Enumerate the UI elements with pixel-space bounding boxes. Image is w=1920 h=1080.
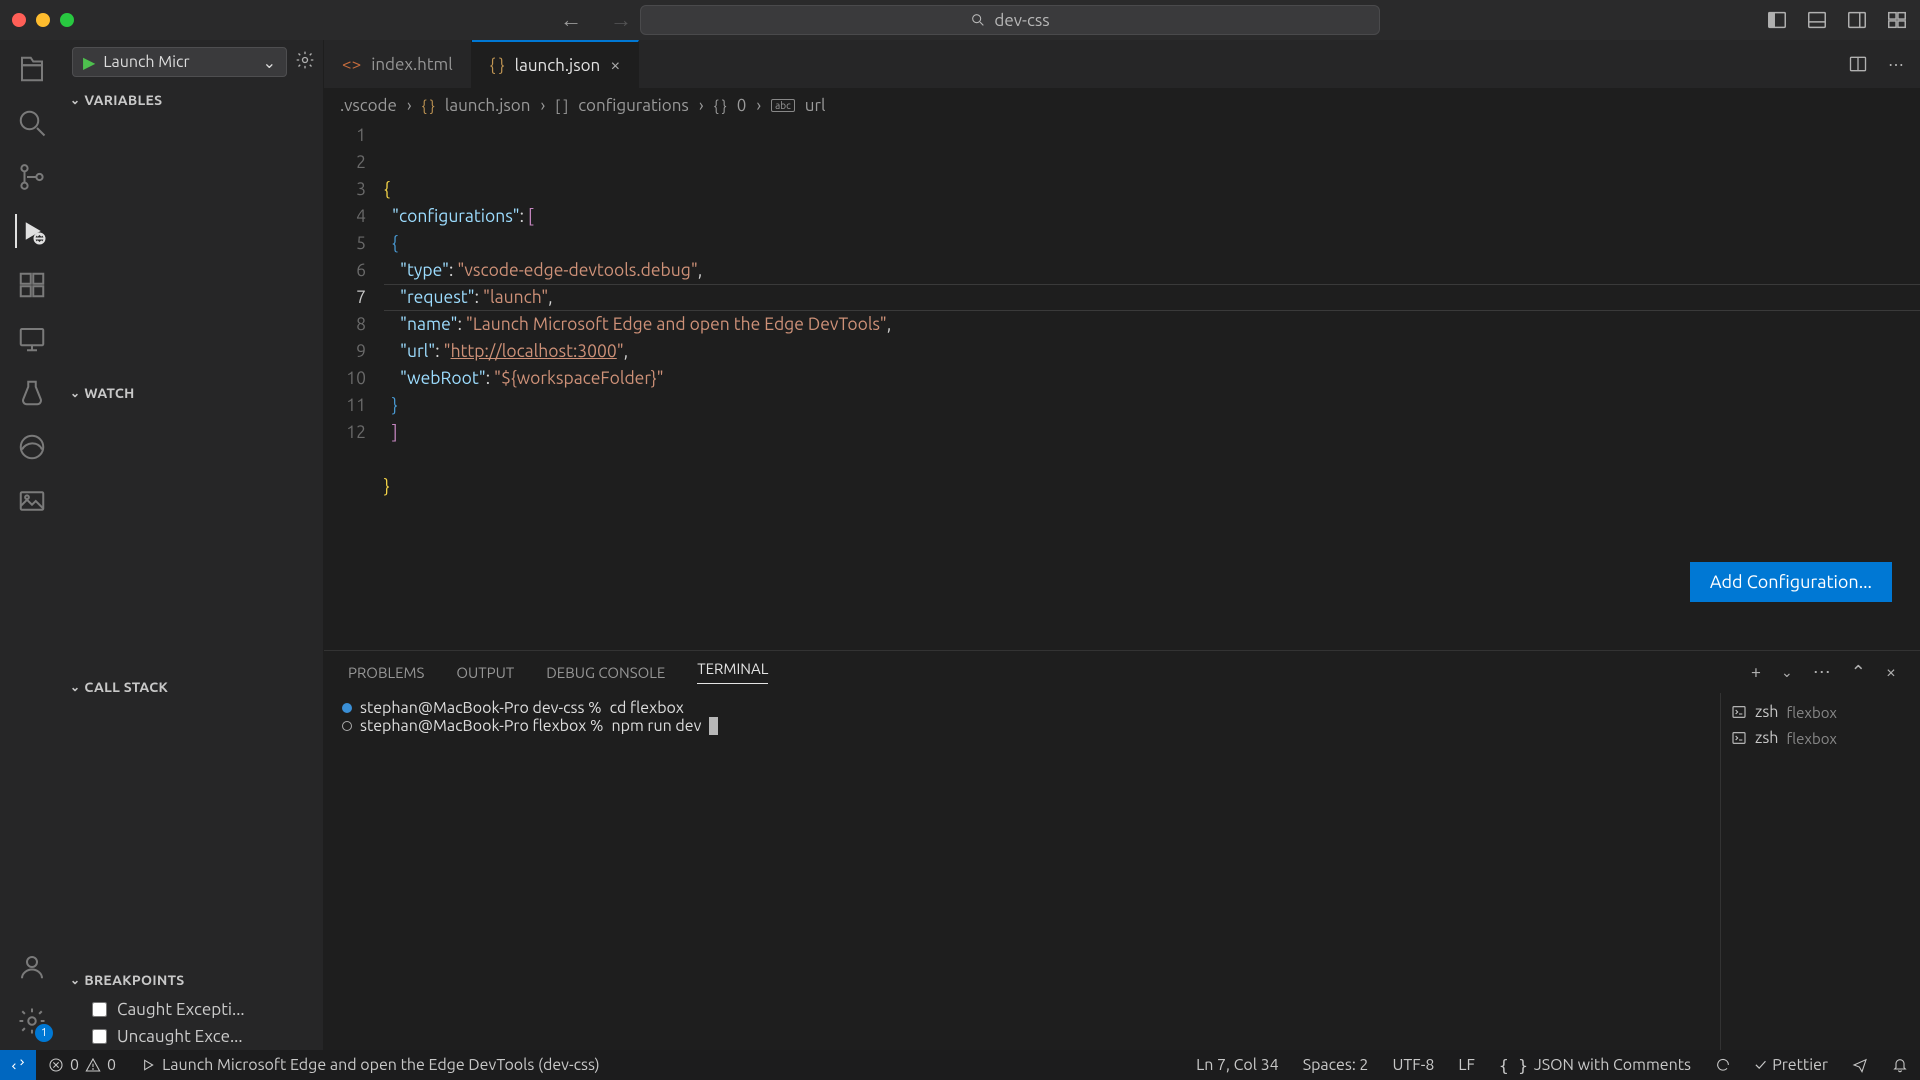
activity-bar: 1 <box>0 40 64 1050</box>
toggle-secondary-sidebar-icon[interactable] <box>1846 9 1868 31</box>
more-actions-icon[interactable]: ⋯ <box>1813 662 1831 683</box>
settings-badge: 1 <box>35 1024 53 1042</box>
close-tab-icon[interactable]: × <box>610 55 620 75</box>
titlebar-layout-icons <box>1766 9 1908 31</box>
maximize-panel-icon[interactable]: ⌃ <box>1851 662 1866 683</box>
chevron-down-icon: ⌄ <box>70 386 80 400</box>
breakpoint-uncaught[interactable]: Uncaught Exce... <box>64 1023 323 1050</box>
variables-section-header[interactable]: ⌄VARIABLES <box>64 84 323 116</box>
status-prettier[interactable]: ✓ Prettier <box>1743 1056 1840 1074</box>
nav-forward-icon: → <box>610 7 632 33</box>
chevron-down-icon: ⌄ <box>263 53 276 72</box>
extensions-icon[interactable] <box>15 268 49 302</box>
run-debug-icon[interactable] <box>15 214 49 248</box>
toggle-panel-icon[interactable] <box>1806 9 1828 31</box>
nav-arrows: ← → <box>560 7 632 33</box>
launch-config-selector[interactable]: ▶ Launch Micr ⌄ <box>72 47 287 77</box>
tab-debug-console[interactable]: DEBUG CONSOLE <box>546 664 665 681</box>
line-gutter: 123456789101112 <box>324 122 384 650</box>
status-bar: 0 0 Launch Microsoft Edge and open the E… <box>0 1050 1920 1080</box>
chevron-down-icon: ⌄ <box>70 93 80 107</box>
status-encoding[interactable]: UTF-8 <box>1380 1056 1446 1074</box>
terminal-item[interactable]: zsh flexbox <box>1731 699 1910 725</box>
chevron-down-icon: ⌄ <box>70 680 80 694</box>
toggle-primary-sidebar-icon[interactable] <box>1766 9 1788 31</box>
json-file-icon: { } <box>490 56 505 75</box>
watch-section-header[interactable]: ⌄WATCH <box>64 377 323 409</box>
tab-output[interactable]: OUTPUT <box>456 664 514 681</box>
tab-problems[interactable]: PROBLEMS <box>348 664 424 681</box>
run-debug-panel: ▶ Launch Micr ⌄ ⌄VARIABLES ⌄WATCH ⌄CALL … <box>64 40 324 1050</box>
source-control-icon[interactable] <box>15 160 49 194</box>
more-actions-icon[interactable]: ⋯ <box>1888 55 1904 74</box>
traffic-lights <box>12 13 74 27</box>
breakpoint-caught[interactable]: Caught Excepti... <box>64 996 323 1023</box>
terminal-cursor <box>709 717 718 735</box>
code-editor[interactable]: 123456789101112 { "configurations": [ { … <box>324 122 1920 650</box>
status-dot-icon <box>342 703 352 713</box>
configure-gear-icon[interactable] <box>295 50 315 74</box>
explorer-icon[interactable] <box>15 52 49 86</box>
testing-icon[interactable] <box>15 376 49 410</box>
tab-index-html[interactable]: <> index.html <box>324 40 472 88</box>
status-dot-icon <box>342 721 352 731</box>
close-panel-icon[interactable]: × <box>1886 662 1896 682</box>
status-sync-icon[interactable] <box>1703 1057 1743 1073</box>
status-launch-config[interactable]: Launch Microsoft Edge and open the Edge … <box>128 1056 612 1074</box>
html-file-icon: <> <box>342 55 361 74</box>
breadcrumb[interactable]: .vscode› { } launch.json› [ ] configurat… <box>324 88 1920 122</box>
new-terminal-icon[interactable]: + <box>1751 662 1761 682</box>
string-icon: abc <box>771 99 795 112</box>
play-icon: ▶ <box>83 53 95 72</box>
split-editor-icon[interactable] <box>1848 54 1868 74</box>
close-window-button[interactable] <box>12 13 26 27</box>
terminal-output[interactable]: stephan@MacBook-Pro dev-css % cd flexbox… <box>324 693 1720 1050</box>
status-eol[interactable]: LF <box>1446 1056 1487 1074</box>
json-file-icon: { } <box>422 97 435 114</box>
customize-layout-icon[interactable] <box>1886 9 1908 31</box>
checkbox[interactable] <box>92 1029 107 1044</box>
bottom-panel: PROBLEMS OUTPUT DEBUG CONSOLE TERMINAL +… <box>324 650 1920 1050</box>
titlebar: ← → dev-css <box>0 0 1920 40</box>
edge-tools-icon[interactable] <box>15 430 49 464</box>
terminal-dropdown-icon[interactable]: ⌄ <box>1781 664 1793 681</box>
add-configuration-button[interactable]: Add Configuration... <box>1690 562 1892 602</box>
status-cursor-pos[interactable]: Ln 7, Col 34 <box>1184 1056 1291 1074</box>
search-icon[interactable] <box>15 106 49 140</box>
remote-explorer-icon[interactable] <box>15 322 49 356</box>
search-text: dev-css <box>994 11 1049 30</box>
panel-tabs: PROBLEMS OUTPUT DEBUG CONSOLE TERMINAL +… <box>324 651 1920 693</box>
terminal-item[interactable]: zsh flexbox <box>1731 725 1910 751</box>
search-icon <box>970 12 986 28</box>
checkbox[interactable] <box>92 1002 107 1017</box>
tab-launch-json[interactable]: { } launch.json × <box>472 40 640 88</box>
object-icon: { } <box>714 97 727 114</box>
image-preview-icon[interactable] <box>15 484 49 518</box>
minimize-window-button[interactable] <box>36 13 50 27</box>
remote-indicator[interactable] <box>0 1050 36 1080</box>
launch-config-name: Launch Micr <box>103 53 254 71</box>
array-icon: [ ] <box>555 97 568 114</box>
tab-bar: <> index.html { } launch.json × ⋯ <box>324 40 1920 88</box>
tab-terminal[interactable]: TERMINAL <box>697 660 768 684</box>
chevron-down-icon: ⌄ <box>70 973 80 987</box>
status-bell-icon[interactable] <box>1880 1057 1920 1073</box>
current-line-highlight <box>384 284 1920 311</box>
terminal-list: zsh flexbox zsh flexbox <box>1720 693 1920 1050</box>
callstack-section-header[interactable]: ⌄CALL STACK <box>64 671 323 703</box>
status-indent[interactable]: Spaces: 2 <box>1291 1056 1381 1074</box>
settings-gear-icon[interactable]: 1 <box>15 1004 49 1038</box>
account-icon[interactable] <box>15 950 49 984</box>
maximize-window-button[interactable] <box>60 13 74 27</box>
command-center[interactable]: dev-css <box>640 5 1380 35</box>
breakpoints-section-header[interactable]: ⌄BREAKPOINTS <box>64 964 323 996</box>
editor-area: <> index.html { } launch.json × ⋯ .vscod… <box>324 40 1920 1050</box>
status-language[interactable]: { } JSON with Comments <box>1487 1056 1703 1075</box>
nav-back-icon[interactable]: ← <box>560 7 582 33</box>
status-feedback-icon[interactable] <box>1840 1057 1880 1073</box>
status-errors[interactable]: 0 0 <box>36 1056 128 1074</box>
